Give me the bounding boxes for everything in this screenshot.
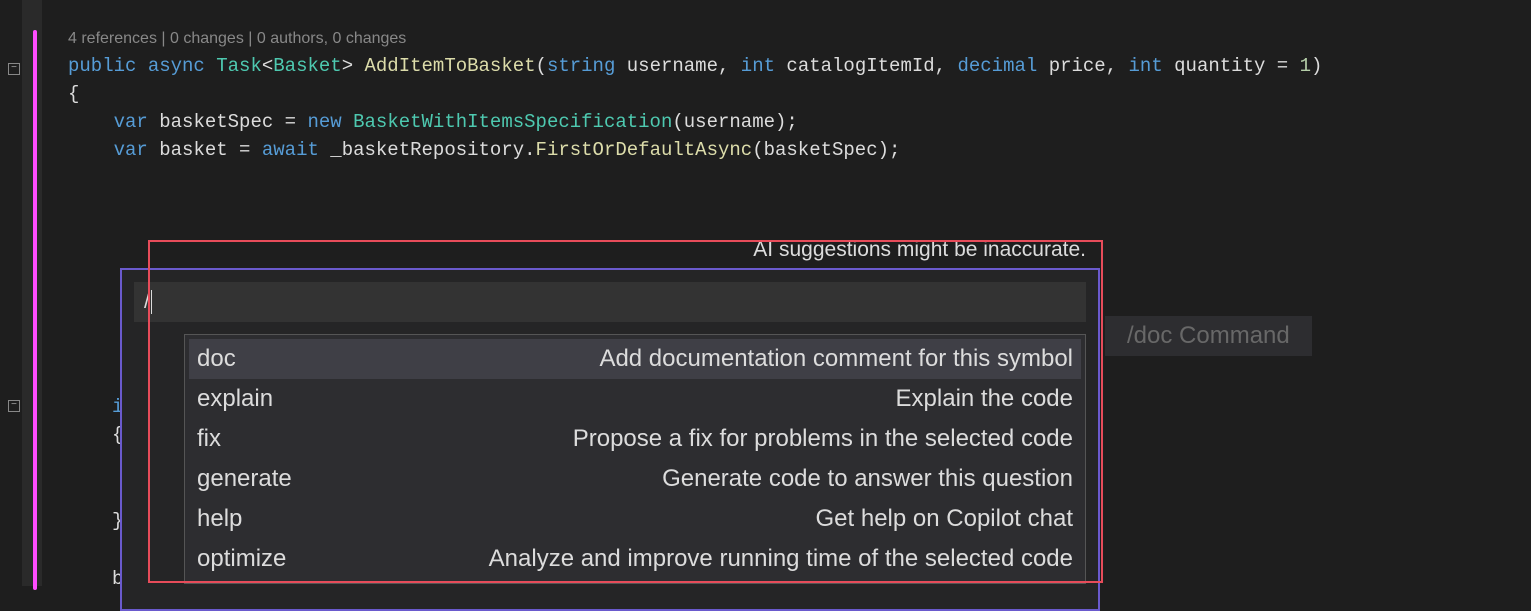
collapse-if-button[interactable] bbox=[8, 400, 20, 412]
ai-command-hint-tooltip: /doc Command bbox=[1105, 316, 1312, 356]
ai-command-name: fix bbox=[197, 425, 327, 453]
ai-command-doc[interactable]: doc Add documentation comment for this s… bbox=[189, 339, 1081, 379]
ai-command-name: help bbox=[197, 505, 327, 533]
ai-command-input[interactable]: / bbox=[134, 282, 1086, 322]
collapse-method-button[interactable] bbox=[8, 63, 20, 75]
ai-disclaimer-text: AI suggestions might be inaccurate. bbox=[120, 238, 1100, 262]
ai-command-desc: Explain the code bbox=[327, 385, 1073, 413]
ai-command-desc: Get help on Copilot chat bbox=[327, 505, 1073, 533]
code-line-brace-open[interactable]: { bbox=[68, 80, 1531, 108]
ai-command-generate[interactable]: generate Generate code to answer this qu… bbox=[189, 459, 1081, 499]
text-cursor bbox=[151, 290, 152, 314]
code-line-basketspec[interactable]: var basketSpec = new BasketWithItemsSpec… bbox=[68, 108, 1531, 136]
ai-command-desc: Propose a fix for problems in the select… bbox=[327, 425, 1073, 453]
ai-command-fix[interactable]: fix Propose a fix for problems in the se… bbox=[189, 419, 1081, 459]
ai-command-explain[interactable]: explain Explain the code bbox=[189, 379, 1081, 419]
ai-command-optimize[interactable]: optimize Analyze and improve running tim… bbox=[189, 539, 1081, 579]
ai-command-name: doc bbox=[197, 345, 327, 373]
ai-command-name: generate bbox=[197, 465, 327, 493]
codelens-info[interactable]: 4 references | 0 changes | 0 authors, 0 … bbox=[68, 30, 1531, 48]
ai-command-name: explain bbox=[197, 385, 327, 413]
ai-commands-list: doc Add documentation comment for this s… bbox=[184, 334, 1086, 584]
ai-command-desc: Generate code to answer this question bbox=[327, 465, 1073, 493]
code-line-signature[interactable]: public async Task<Basket> AddItemToBaske… bbox=[68, 52, 1531, 80]
code-editor[interactable]: 4 references | 0 changes | 0 authors, 0 … bbox=[22, 0, 1531, 164]
ai-input-text: / bbox=[144, 290, 150, 314]
ai-command-desc: Add documentation comment for this symbo… bbox=[327, 345, 1073, 373]
ai-command-name: optimize bbox=[197, 545, 327, 573]
ai-inline-chat-popup: AI suggestions might be inaccurate. / do… bbox=[120, 238, 1100, 611]
code-line-basket[interactable]: var basket = await _basketRepository.Fir… bbox=[68, 136, 1531, 164]
ai-command-desc: Analyze and improve running time of the … bbox=[327, 545, 1073, 573]
ai-chat-box: / doc Add documentation comment for this… bbox=[120, 268, 1100, 611]
ai-command-help[interactable]: help Get help on Copilot chat bbox=[189, 499, 1081, 539]
